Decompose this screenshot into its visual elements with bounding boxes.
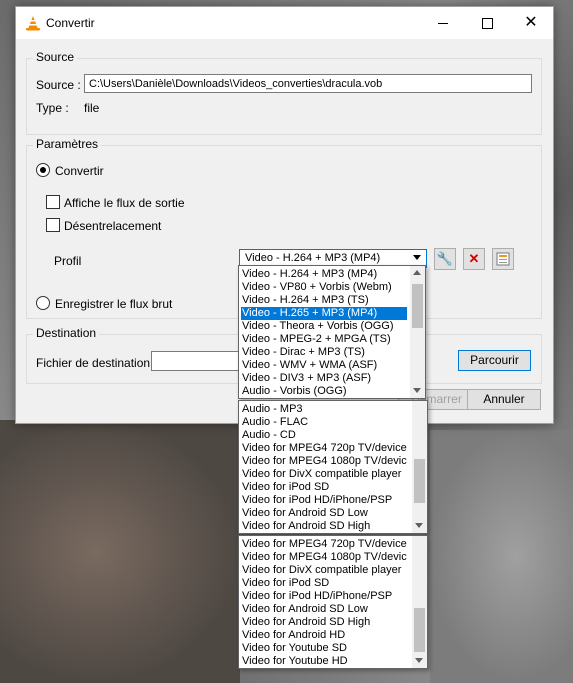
- cancel-button[interactable]: Annuler: [467, 389, 541, 410]
- close-icon: ✕: [524, 14, 538, 31]
- show-output-checkbox[interactable]: [46, 195, 60, 209]
- scroll-down-icon: [415, 658, 423, 663]
- convert-label: Convertir: [55, 164, 104, 178]
- title-bar: Convertir ✕: [16, 7, 553, 39]
- edit-profile-button[interactable]: 🔧: [434, 248, 456, 270]
- scrollbar-thumb[interactable]: [414, 459, 425, 503]
- scrollbar[interactable]: [412, 536, 427, 668]
- profile-dropdown-list-2: Audio - MP3 Audio - FLAC Audio - CD Vide…: [238, 400, 428, 534]
- dropdown-item[interactable]: Video - Dirac + MP3 (TS): [241, 346, 407, 359]
- dropdown-item[interactable]: Video for Youtube HD: [241, 655, 407, 668]
- close-button[interactable]: ✕: [509, 7, 553, 39]
- dropdown-item[interactable]: Video for iPod SD: [241, 577, 407, 590]
- minimize-button[interactable]: [421, 7, 465, 39]
- delete-profile-button[interactable]: ✕: [463, 248, 485, 270]
- dropdown-item[interactable]: Video for iPod HD/iPhone/PSP: [241, 494, 407, 507]
- profile-dropdown-list-3: Video for MPEG4 720p TV/device Video for…: [238, 535, 428, 669]
- dropdown-item[interactable]: Video for MPEG4 1080p TV/device: [241, 551, 407, 564]
- scrollbar-thumb[interactable]: [414, 608, 425, 652]
- wrench-icon: 🔧: [436, 251, 454, 266]
- dropdown-item[interactable]: Video for Youtube SD: [241, 642, 407, 655]
- dropdown-item[interactable]: Audio - CD: [241, 429, 407, 442]
- dropdown-item[interactable]: Video - MPEG-2 + MPGA (TS): [241, 333, 407, 346]
- maximize-icon: [481, 17, 493, 29]
- type-value: file: [84, 101, 100, 115]
- dropdown-item[interactable]: Video for iPod HD/iPhone/PSP: [241, 590, 407, 603]
- source-path-field[interactable]: C:\Users\Danièle\Downloads\Videos_conver…: [84, 74, 532, 93]
- chevron-down-icon: [413, 255, 421, 260]
- convert-radio[interactable]: [36, 163, 50, 177]
- browse-button[interactable]: Parcourir: [458, 350, 531, 371]
- source-group-title: Source: [33, 50, 78, 64]
- window-title: Convertir: [46, 16, 95, 30]
- destination-group-title: Destination: [33, 326, 100, 340]
- dropdown-item[interactable]: Video for iPod SD: [241, 481, 407, 494]
- dropdown-item[interactable]: Video for MPEG4 720p TV/device: [241, 442, 407, 455]
- scrollbar-thumb[interactable]: [412, 284, 423, 328]
- scroll-down-icon: [413, 388, 421, 393]
- dropdown-item[interactable]: Video for Android HD: [241, 629, 407, 642]
- dropdown-item[interactable]: Video for Android SD Low: [241, 603, 407, 616]
- dest-label: Fichier de destination :: [36, 356, 157, 370]
- dropdown-item[interactable]: Video for MPEG4 720p TV/device: [241, 538, 407, 551]
- dropdown-item[interactable]: Video for DivX compatible player: [241, 468, 407, 481]
- profile-selected-value: Video - H.264 + MP3 (MP4): [245, 252, 381, 264]
- new-profile-icon: [496, 252, 510, 266]
- delete-icon: ✕: [468, 251, 480, 266]
- profile-dropdown-list: Video - H.264 + MP3 (MP4) Video - VP80 +…: [238, 265, 426, 399]
- dropdown-item-selected[interactable]: Video - H.265 + MP3 (MP4): [240, 306, 408, 321]
- scrollbar[interactable]: [412, 401, 427, 533]
- new-profile-button[interactable]: [492, 248, 514, 270]
- dropdown-item[interactable]: Video - H.264 + MP3 (TS): [241, 294, 407, 307]
- type-label: Type :: [36, 101, 69, 115]
- vlc-cone-icon: [26, 16, 40, 31]
- source-group: Source: [26, 50, 542, 135]
- dropdown-item[interactable]: Audio - MP3: [241, 403, 407, 416]
- dropdown-item[interactable]: Audio - FLAC: [241, 416, 407, 429]
- profile-label: Profil: [54, 254, 82, 268]
- dropdown-item[interactable]: Video for DivX compatible player: [241, 564, 407, 577]
- maximize-button[interactable]: [465, 7, 509, 39]
- dropdown-item[interactable]: Video for MPEG4 1080p TV/device: [241, 455, 407, 468]
- dropdown-item[interactable]: Video - DIV3 + MP3 (ASF): [241, 372, 407, 385]
- scroll-up-icon: [413, 270, 421, 275]
- dropdown-item[interactable]: Video - Theora + Vorbis (OGG): [241, 320, 407, 333]
- dropdown-item[interactable]: Video - VP80 + Vorbis (Webm): [241, 281, 407, 294]
- background-blur: [0, 420, 240, 683]
- minimize-icon: [438, 22, 448, 24]
- scroll-down-icon: [415, 523, 423, 528]
- scrollbar[interactable]: [410, 266, 425, 398]
- deinterlace-label: Désentrelacement: [64, 219, 162, 233]
- dropdown-item[interactable]: Video for Android SD High: [241, 616, 407, 629]
- dropdown-item[interactable]: Video for Android SD Low: [241, 507, 407, 520]
- dropdown-item[interactable]: Audio - Vorbis (OGG): [241, 385, 407, 398]
- dropdown-item[interactable]: Video for Android SD High: [241, 520, 407, 533]
- source-label: Source :: [36, 78, 81, 92]
- dropdown-item[interactable]: Video - WMV + WMA (ASF): [241, 359, 407, 372]
- deinterlace-checkbox[interactable]: [46, 218, 60, 232]
- raw-dump-radio[interactable]: [36, 296, 50, 310]
- background-blur: [430, 430, 573, 683]
- raw-dump-label: Enregistrer le flux brut: [55, 297, 173, 311]
- dropdown-item[interactable]: Video - H.264 + MP3 (MP4): [241, 268, 407, 281]
- show-output-label: Affiche le flux de sortie: [64, 196, 185, 210]
- params-group-title: Paramètres: [33, 137, 102, 151]
